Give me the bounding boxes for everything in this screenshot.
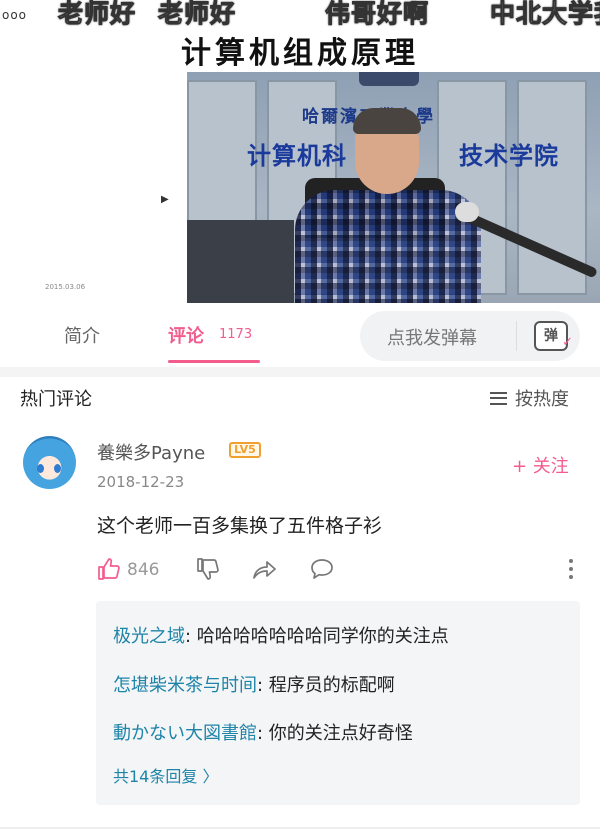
comment-date: 2018-12-23 (97, 473, 185, 491)
lecture-video-frame: 哈爾濱工業大學 计算机科技术学院 (187, 72, 600, 303)
like-button[interactable] (97, 557, 121, 583)
more-dot (569, 559, 573, 563)
heart-icon: ✓ (562, 335, 573, 350)
school-sign-right: 技术学院 (459, 142, 559, 170)
video-slide-title: 计算机组成原理 (181, 36, 419, 71)
divider (0, 827, 600, 829)
danmaku-icon-label: 弹 (544, 328, 558, 344)
like-icon (98, 558, 120, 580)
replies-box: 极光之域: 哈哈哈哈哈哈哈同学你的关注点 怎堪柴米茶与时间: 程序员的标配啊 動… (96, 601, 580, 805)
reply-text: : 哈哈哈哈哈哈哈同学你的关注点 (185, 626, 449, 647)
sort-button[interactable]: 按热度 (490, 385, 569, 411)
university-logo (359, 72, 419, 86)
lecturer-shirt (295, 190, 481, 303)
danmaku-comment: 老师好 (157, 0, 237, 29)
tab-comments[interactable]: 评论 (168, 322, 204, 348)
reply-item[interactable]: 動かない大図書館: 你的关注点好奇怪 (113, 719, 413, 745)
monitor (187, 220, 294, 303)
reply-button[interactable] (309, 557, 335, 583)
divider (516, 321, 517, 351)
view-all-replies-link[interactable]: 共14条回复 〉 (113, 763, 218, 787)
reply-username[interactable]: 動かない大図書館 (113, 723, 257, 744)
school-sign-left: 计算机科 (247, 142, 347, 170)
level-badge: LV5 (229, 442, 261, 458)
video-date-stamp: 2015.03.06 (45, 283, 86, 291)
more-icon[interactable] (566, 557, 576, 581)
like-count: 846 (127, 560, 160, 580)
reply-icon (311, 559, 333, 579)
more-dot (569, 567, 573, 571)
reply-username[interactable]: 极光之域 (113, 626, 185, 647)
video-player[interactable]: ooo 老师好 老师好 伟哥好啊 中北大学我 计算机组成原理 ▶ 2015.03… (0, 0, 600, 303)
danmaku-placeholder[interactable]: 点我发弹幕 (387, 324, 477, 350)
active-tab-indicator (168, 360, 260, 363)
tab-bar: 简介 评论 1173 点我发弹幕 弹 ✓ (0, 303, 600, 367)
reply-item[interactable]: 极光之域: 哈哈哈哈哈哈哈同学你的关注点 (113, 622, 449, 648)
danmaku-comment: 伟哥好啊 (324, 0, 430, 29)
dislike-button[interactable] (196, 557, 220, 583)
share-button[interactable] (251, 557, 277, 583)
tab-intro[interactable]: 简介 (64, 322, 100, 348)
danmaku-comment: 老师好 (57, 0, 137, 29)
danmaku-comment: 中北大学我 (489, 0, 600, 29)
danmaku-input[interactable]: 点我发弹幕 弹 ✓ (360, 311, 580, 361)
reply-username[interactable]: 怎堪柴米茶与时间 (113, 675, 257, 696)
reply-item[interactable]: 怎堪柴米茶与时间: 程序员的标配啊 (113, 671, 395, 697)
comment-username[interactable]: 養樂多Payne (97, 439, 205, 465)
dislike-icon (197, 558, 219, 580)
more-dot (569, 575, 573, 579)
reply-text: : 你的关注点好奇怪 (257, 723, 413, 744)
sort-icon (490, 391, 507, 405)
danmaku-icon[interactable]: 弹 ✓ (534, 321, 573, 351)
share-icon (253, 561, 276, 579)
avatar-eye (37, 464, 44, 473)
avatar[interactable] (23, 436, 76, 489)
sort-label: 按热度 (515, 389, 569, 410)
follow-button[interactable]: + 关注 (512, 452, 569, 478)
hot-comments-title: 热门评论 (20, 389, 92, 410)
video-menu-dots[interactable]: ooo (2, 8, 27, 22)
reply-text: : 程序员的标配啊 (257, 675, 395, 696)
section-divider (0, 367, 600, 377)
comment-text: 这个老师一百多集换了五件格子衫 (97, 515, 383, 537)
avatar-eye (54, 464, 61, 473)
microphone (455, 202, 479, 222)
mouse-cursor-icon: ▶ (161, 194, 169, 205)
lecturer-hair (353, 108, 421, 134)
comments-count: 1173 (219, 327, 253, 342)
